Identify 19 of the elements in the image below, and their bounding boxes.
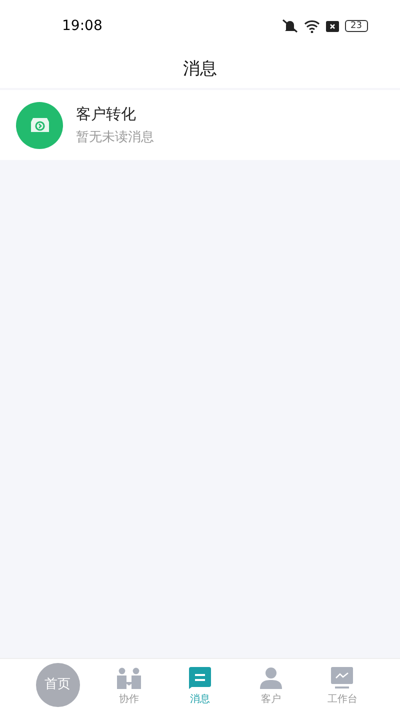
nav-tab[interactable]: 消息 xyxy=(164,663,236,707)
nav-tab[interactable]: 客户 xyxy=(236,663,307,707)
conversation-item[interactable]: 客户转化 暂无未读消息 xyxy=(0,90,400,160)
people-icon xyxy=(116,667,141,689)
conversation-preview: 暂无未读消息 xyxy=(76,129,154,147)
person-icon xyxy=(260,667,282,689)
muted-bell-icon xyxy=(282,19,298,33)
wifi-icon xyxy=(304,20,320,32)
nav-tab[interactable]: 协作 xyxy=(93,663,164,707)
conversation-name: 客户转化 xyxy=(76,104,137,124)
chat-icon xyxy=(189,667,211,689)
monitor-chart-icon xyxy=(331,667,354,689)
conversion-avatar-icon xyxy=(16,102,63,148)
sim-icon xyxy=(326,20,339,32)
battery-indicator: 23 xyxy=(344,20,368,32)
home-tab[interactable]: 首页 xyxy=(36,663,80,707)
status-time: 19:08 xyxy=(62,16,102,36)
nav-tab[interactable]: 工作台 xyxy=(306,663,378,707)
page-title: 消息 xyxy=(183,58,217,82)
